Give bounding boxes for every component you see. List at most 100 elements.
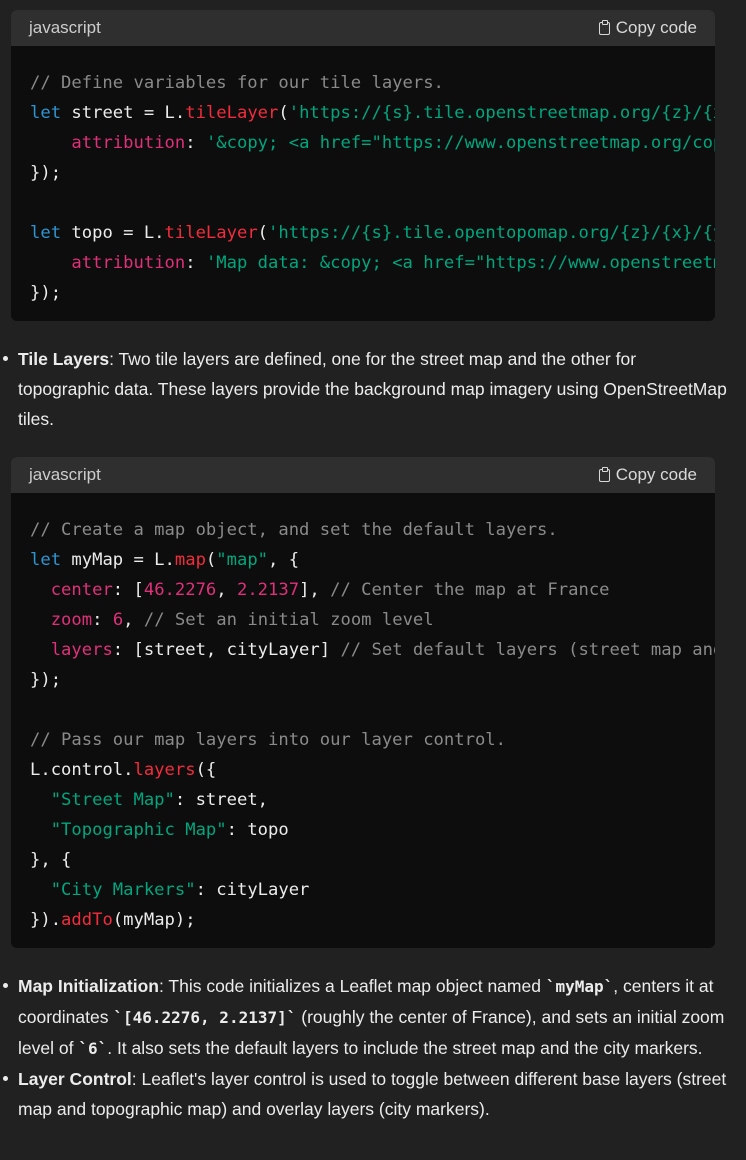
code-language-label: javascript <box>29 465 101 484</box>
code-token: (myMap); <box>112 910 196 930</box>
code-token: , <box>123 610 144 630</box>
code-token: tileLayer <box>164 223 258 243</box>
inline-code: `6` <box>78 1039 108 1058</box>
code-token: : <box>185 253 206 273</box>
list-item: Tile Layers: Two tile layers are defined… <box>0 344 730 434</box>
code-token: // Define variables for our tile layers. <box>30 73 444 93</box>
code-line: }); <box>30 278 715 308</box>
code-line: "City Markers": cityLayer <box>30 875 715 905</box>
code-token: layers <box>133 760 196 780</box>
code-token: }); <box>30 670 62 690</box>
code-token: 'https://{s}.tile.opentopomap.org/{z}/{x… <box>268 223 715 243</box>
code-token: '&copy; <a href="https://www.openstreetm… <box>205 133 715 153</box>
code-line: attribution: 'Map data: &copy; <a href="… <box>30 248 715 278</box>
code-line: // Define variables for our tile layers. <box>30 68 715 98</box>
code-language-label: javascript <box>29 18 101 37</box>
code-line: }); <box>30 158 715 188</box>
code-line: let myMap = L.map("map", { <box>30 545 715 575</box>
code-token: zoom <box>50 610 93 630</box>
code-block-tile-layers: javascript Copy code // Define variables… <box>11 10 715 321</box>
code-block-header: javascript Copy code <box>11 457 715 493</box>
code-token: center <box>50 580 113 600</box>
code-token: street = L. <box>61 103 186 123</box>
code-token: ( <box>257 223 269 243</box>
code-token: : <box>92 610 113 630</box>
code-token: // Center the map at France <box>330 580 610 600</box>
code-line: "Topographic Map": topo <box>30 815 715 845</box>
list-item-text: . It also sets the default layers to inc… <box>107 1038 703 1058</box>
code-token: 'Map data: &copy; <a href="https://www.o… <box>205 253 715 273</box>
code-token: ({ <box>195 760 217 780</box>
code-block-header: javascript Copy code <box>11 10 715 46</box>
code-line: zoom: 6, // Set an initial zoom level <box>30 605 715 635</box>
code-line: }); <box>30 665 715 695</box>
code-line: attribution: '&copy; <a href="https://ww… <box>30 128 715 158</box>
code-token: layers <box>50 640 113 660</box>
explanation-tile-layers: Tile Layers: Two tile layers are defined… <box>0 344 730 434</box>
code-token: topo = L. <box>61 223 165 243</box>
code-content: // Define variables for our tile layers.… <box>11 46 715 321</box>
code-token: }). <box>30 910 62 930</box>
code-token: "City Markers" <box>50 880 196 900</box>
code-line: }, { <box>30 845 715 875</box>
code-line: }).addTo(myMap); <box>30 905 715 935</box>
code-token: }); <box>30 283 62 303</box>
code-token: // Pass our map layers into our layer co… <box>30 730 506 750</box>
code-token: map <box>174 550 206 570</box>
code-token: // Set default layers (street map and ci… <box>340 640 715 660</box>
code-token: "Topographic Map" <box>50 820 227 840</box>
copy-code-label: Copy code <box>615 465 697 484</box>
code-token: 'https://{s}.tile.openstreetmap.org/{z}/… <box>288 103 715 123</box>
code-line: // Create a map object, and set the defa… <box>30 515 715 545</box>
list-item-term: Tile Layers <box>18 349 110 369</box>
list-item: Map Initialization: This code initialize… <box>0 971 730 1064</box>
code-token: // Create a map object, and set the defa… <box>30 520 558 540</box>
copy-code-button[interactable]: Copy code <box>598 18 697 38</box>
code-token: let <box>30 223 62 243</box>
inline-code: `myMap` <box>545 977 614 996</box>
code-token: attribution <box>71 253 186 273</box>
code-token: : street, <box>174 790 269 810</box>
code-token: "map" <box>216 550 269 570</box>
code-token: : [street, cityLayer] <box>112 640 341 660</box>
code-token: ( <box>278 103 289 123</box>
copy-code-button[interactable]: Copy code <box>598 465 697 485</box>
code-token: myMap = L. <box>61 550 175 570</box>
copy-code-label: Copy code <box>615 18 697 37</box>
code-token: 2.2137 <box>236 580 300 600</box>
code-token: ( <box>205 550 217 570</box>
code-token: 6 <box>112 610 124 630</box>
code-token: ], <box>299 580 331 600</box>
code-token: let <box>30 103 62 123</box>
code-token: // Set an initial zoom level <box>143 610 434 630</box>
list-item-term: Layer Control <box>18 1069 132 1089</box>
code-token: "Street Map" <box>50 790 175 810</box>
code-token: addTo <box>61 910 113 930</box>
code-token: 46.2276 <box>143 580 217 600</box>
chat-page: javascript Copy code // Define variables… <box>0 0 746 1160</box>
code-line: "Street Map": street, <box>30 785 715 815</box>
clipboard-icon <box>598 466 610 482</box>
code-token: , { <box>268 550 300 570</box>
code-block-map-init: javascript Copy code // Create a map obj… <box>11 457 715 948</box>
code-token: : <box>185 133 206 153</box>
code-line: layers: [street, cityLayer] // Set defau… <box>30 635 715 665</box>
explanation-map-init: Map Initialization: This code initialize… <box>0 971 730 1124</box>
list-item-text: : Two tile layers are defined, one for t… <box>18 349 727 429</box>
clipboard-icon <box>598 19 610 35</box>
code-line: let topo = L.tileLayer('https://{s}.tile… <box>30 218 715 248</box>
code-token: }); <box>30 163 62 183</box>
code-line: center: [46.2276, 2.2137], // Center the… <box>30 575 715 605</box>
list-item: Layer Control: Leaflet's layer control i… <box>0 1064 730 1124</box>
code-token: let <box>30 550 62 570</box>
inline-code: `[46.2276, 2.2137]` <box>113 1008 297 1027</box>
